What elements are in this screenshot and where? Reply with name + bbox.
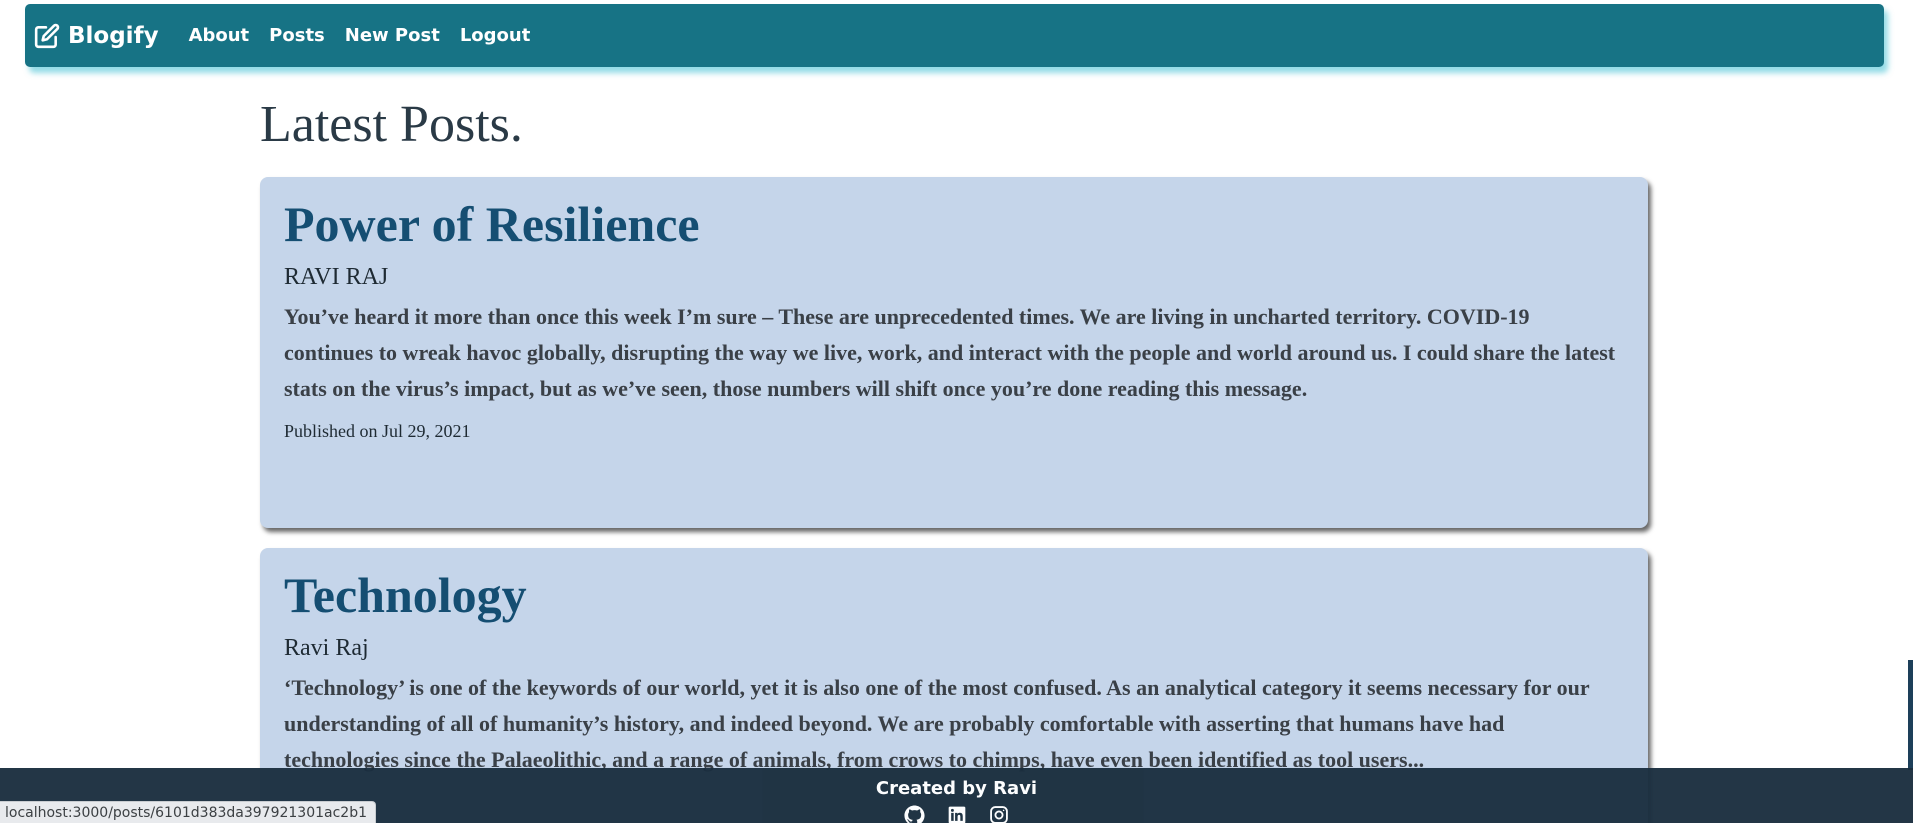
post-title-link[interactable]: Power of Resilience [284,197,1624,252]
post-card: Power of Resilience RAVI RAJ You’ve hear… [260,177,1648,528]
instagram-icon[interactable] [989,805,1009,823]
nav-link-new-post[interactable]: New Post [345,25,440,46]
post-author: Ravi Raj [284,635,369,661]
nav-link-logout[interactable]: Logout [460,25,531,46]
post-excerpt: ‘Technology’ is one of the keywords of o… [284,675,1590,772]
page-title: Latest Posts. [260,96,523,153]
nav-link-posts[interactable]: Posts [269,25,325,46]
brand-link[interactable]: Blogify [34,23,159,49]
post-title-link[interactable]: Technology [284,568,1624,623]
post-excerpt: You’ve heard it more than once this week… [284,304,1616,401]
edit-icon [34,23,60,48]
navbar: Blogify About Posts New Post Logout [25,4,1884,67]
nav-link-about[interactable]: About [189,25,250,46]
status-bar-url: localhost:3000/posts/6101d383da397921301… [0,801,376,823]
github-icon[interactable] [904,805,925,823]
brand-name: Blogify [68,22,159,49]
post-author: RAVI RAJ [284,264,389,290]
post-date: Published on Jul 29, 2021 [284,421,471,441]
footer-credit: Created by Ravi [875,778,1038,799]
scrollbar-edge [1908,660,1913,770]
linkedin-icon[interactable] [947,805,967,823]
